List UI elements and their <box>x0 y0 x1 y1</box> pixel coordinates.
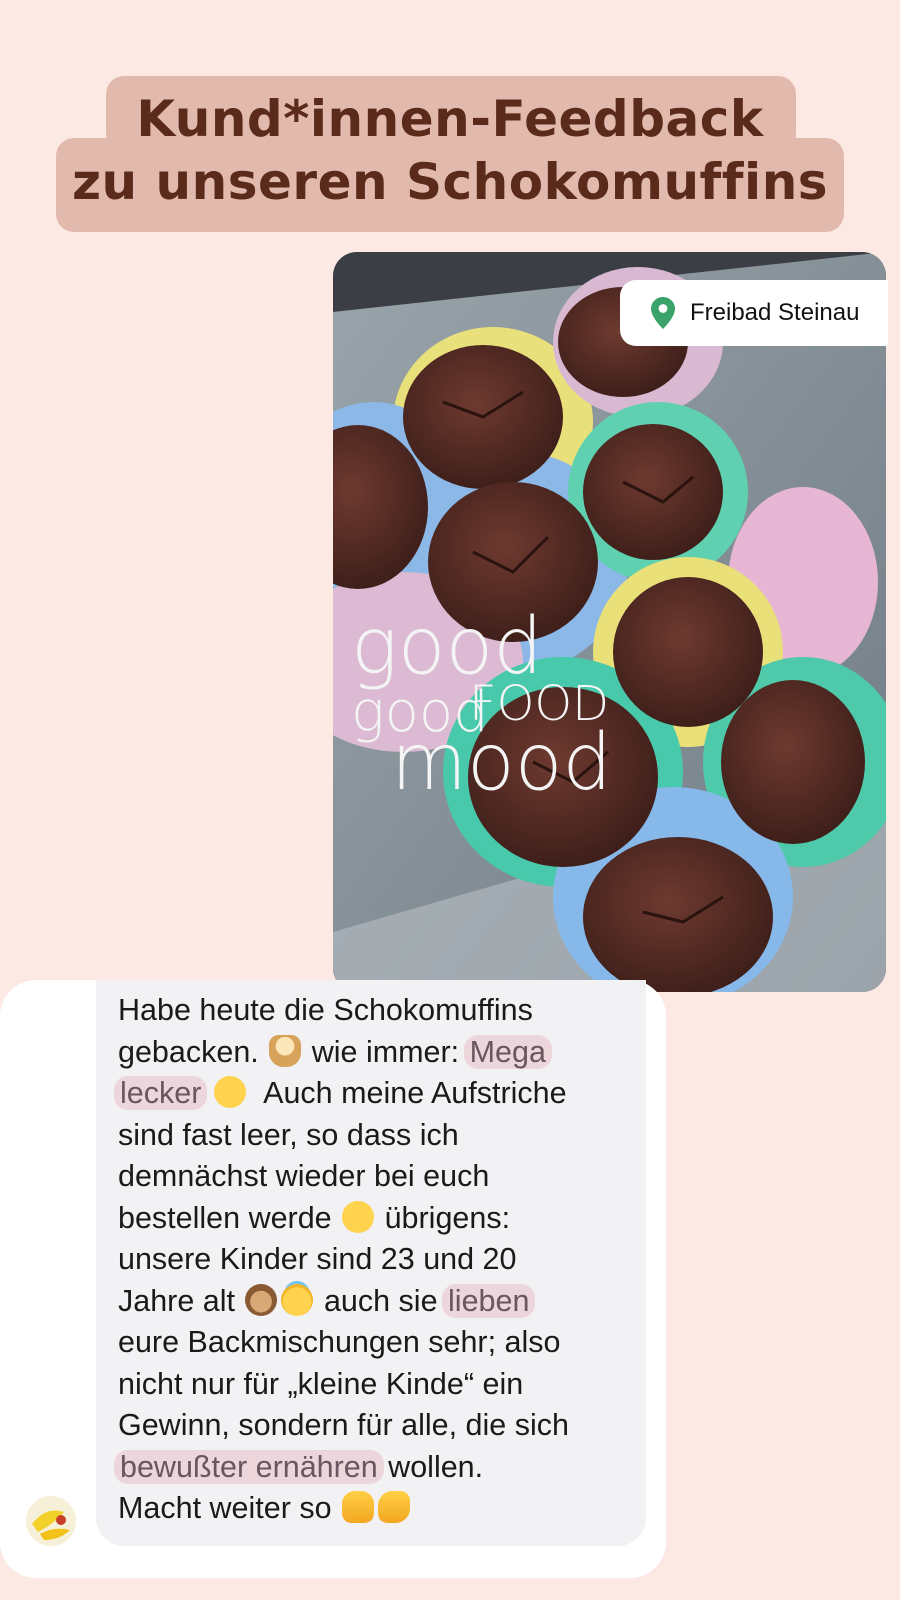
sender-avatar <box>26 1496 76 1546</box>
title-line-2: zu unseren Schokomuffins <box>71 153 829 211</box>
message-line: bewußter ernähren wollen. <box>114 1447 638 1489</box>
message-line-3b: Auch meine Aufstriche <box>247 1076 567 1110</box>
overlay-word-1: good <box>351 602 543 692</box>
message-line: sind fast leer, so dass ich <box>118 1115 638 1157</box>
message-line: unsere Kinder sind 23 und 20 <box>118 1239 638 1281</box>
message-line: bestellen werde übrigens: <box>118 1198 638 1240</box>
message-line: demnächst wieder bei euch <box>118 1156 638 1198</box>
angel-emoji <box>281 1283 314 1316</box>
message-line-4: sind fast leer, so dass ich <box>118 1117 459 1152</box>
message-line: nicht nur für „kleine Kinde“ ein <box>118 1364 638 1406</box>
thumbs-up-emoji <box>342 1491 375 1523</box>
overlay-word-4: mood <box>391 718 612 808</box>
message-line: Jahre alt auch sie lieben <box>118 1281 638 1323</box>
message-line-8b: auch sie <box>315 1283 447 1318</box>
message-line-10: nicht nur für „kleine Kinde“ ein <box>118 1366 524 1401</box>
message-line-7: unsere Kinder sind 23 und 20 <box>118 1242 517 1276</box>
kiss-emoji <box>342 1200 375 1233</box>
message-line-11: Gewinn, sondern für alle, die sich <box>118 1408 569 1442</box>
message-line: lecker Auch meine Aufstriche <box>114 1073 638 1115</box>
see-no-evil-monkey-emoji <box>245 1283 278 1316</box>
highlight-bewusster-ernaehren[interactable]: bewußter ernähren <box>114 1449 384 1484</box>
cupcake-emoji <box>269 1034 302 1067</box>
highlight-lecker[interactable]: lecker <box>114 1076 208 1110</box>
title-banner: Kund*innen-Feedback zu unseren Schokomuf… <box>0 0 900 240</box>
location-tag[interactable]: Freibad Steinau <box>620 280 888 346</box>
message-line: gebacken. wie immer: Mega <box>118 1032 638 1074</box>
location-label: Freibad Steinau <box>690 299 860 326</box>
clapping-hands-emoji <box>378 1491 411 1523</box>
message-line: Habe heute die Schokomuffins <box>118 990 638 1032</box>
message-line: Gewinn, sondern für alle, die sich <box>118 1405 638 1447</box>
message-line: eure Backmischungen sehr; also <box>118 1322 638 1364</box>
message-line-5: demnächst wieder bei euch <box>118 1159 490 1193</box>
message-line-13: Macht weiter so <box>118 1491 341 1525</box>
location-pin-icon <box>651 297 675 329</box>
overlay-word-2: FOOD <box>469 676 610 732</box>
highlight-mega[interactable]: Mega <box>463 1034 552 1069</box>
message-line-2a: gebacken. <box>118 1034 268 1069</box>
good-food-good-mood-overlay: good FOOD good mood <box>351 602 612 808</box>
highlight-lieben[interactable]: lieben <box>442 1283 536 1318</box>
message-line-2b: wie immer: <box>303 1034 468 1069</box>
yum-emoji <box>213 1076 246 1108</box>
muffin-photo: good FOOD good mood <box>333 252 886 992</box>
message-line-9: eure Backmischungen sehr; also <box>118 1325 561 1359</box>
message-line-1: Habe heute die Schokomuffins <box>118 993 533 1027</box>
message-line-6b: übrigens: <box>376 1200 511 1235</box>
message-line: Macht weiter so <box>118 1488 638 1530</box>
message-line-6a: bestellen werde <box>118 1200 341 1235</box>
message-text: Habe heute die Schokomuffins gebacken. w… <box>114 990 638 1530</box>
message-line-12b: wollen. <box>379 1449 484 1484</box>
title-line-1: Kund*innen-Feedback <box>136 90 764 148</box>
message-line-8a: Jahre alt <box>118 1283 244 1318</box>
